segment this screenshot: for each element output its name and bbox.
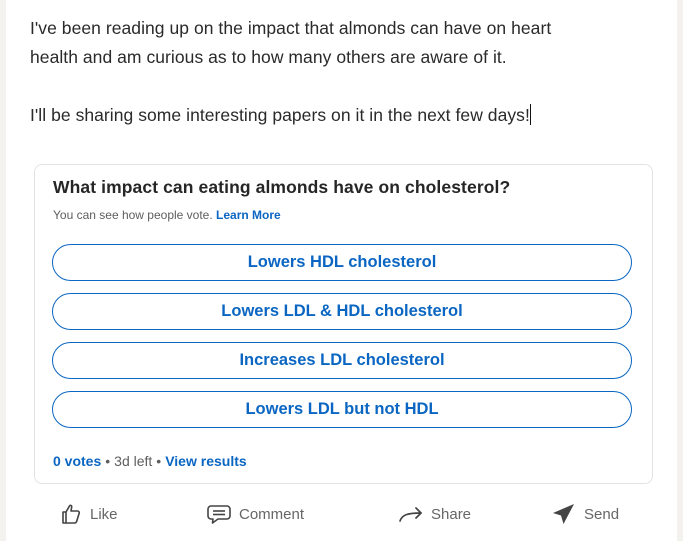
thumbs-up-icon bbox=[62, 504, 81, 524]
action-bar: Like Comment Share Send bbox=[6, 494, 677, 534]
share-arrow-icon bbox=[399, 507, 422, 522]
like-button[interactable]: Like bbox=[59, 494, 118, 534]
post-line-1: I've been reading up on the impact that … bbox=[30, 18, 552, 38]
like-label: Like bbox=[90, 505, 118, 523]
learn-more-link[interactable]: Learn More bbox=[216, 208, 281, 222]
text-cursor bbox=[529, 104, 531, 125]
post-paragraph-2: I'll be sharing some interesting papers … bbox=[30, 101, 660, 130]
send-label: Send bbox=[584, 505, 620, 523]
view-results-link[interactable]: View results bbox=[165, 453, 246, 469]
share-label: Share bbox=[431, 505, 472, 523]
post-card: I've been reading up on the impact that … bbox=[6, 0, 677, 541]
poll-option-4[interactable]: Lowers LDL but not HDL bbox=[52, 391, 632, 428]
share-button[interactable]: Share bbox=[398, 494, 471, 534]
poll-option-3[interactable]: Increases LDL cholesterol bbox=[52, 342, 632, 379]
poll-option-2[interactable]: Lowers LDL & HDL cholesterol bbox=[52, 293, 632, 330]
post-line-3: I'll be sharing some interesting papers … bbox=[30, 105, 530, 125]
comment-label: Comment bbox=[239, 505, 305, 523]
vote-count[interactable]: 0 votes bbox=[53, 453, 101, 469]
post-line-2: health and am curious as to how many oth… bbox=[30, 47, 507, 67]
comment-button[interactable]: Comment bbox=[206, 494, 304, 534]
poll-footer: 0 votes • 3d left • View results bbox=[53, 453, 247, 469]
post-paragraph-1: I've been reading up on the impact that … bbox=[30, 14, 660, 72]
separator-dot: • bbox=[105, 453, 111, 469]
page: I've been reading up on the impact that … bbox=[0, 0, 683, 541]
poll-question: What impact can eating almonds have on c… bbox=[53, 177, 511, 197]
comment-icon bbox=[207, 505, 231, 524]
time-left: 3d left bbox=[114, 453, 153, 469]
separator-dot: • bbox=[156, 453, 162, 469]
poll-visibility-text: You can see how people vote. bbox=[53, 208, 213, 222]
poll-card: What impact can eating almonds have on c… bbox=[34, 164, 653, 484]
poll-option-1[interactable]: Lowers HDL cholesterol bbox=[52, 244, 632, 281]
send-icon bbox=[553, 504, 574, 524]
post-body[interactable]: I've been reading up on the impact that … bbox=[30, 14, 660, 130]
poll-visibility-note: You can see how people vote. Learn More bbox=[53, 208, 281, 222]
send-button[interactable]: Send bbox=[551, 494, 619, 534]
